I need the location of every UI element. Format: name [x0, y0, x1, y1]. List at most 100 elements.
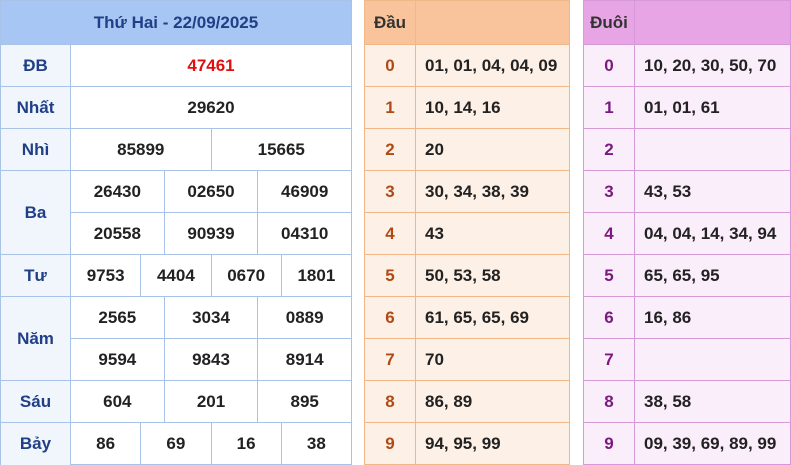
- prize-label-fifth: Năm: [1, 297, 71, 380]
- prize-number: 2565: [98, 307, 137, 327]
- digit-key: 8: [584, 381, 635, 423]
- digit-key: 2: [584, 129, 635, 171]
- prize-first-numbers: 29620: [71, 87, 351, 128]
- head-digit-row: 1 10, 14, 16: [365, 86, 569, 129]
- digit-key: 9: [365, 423, 416, 465]
- head-digit-row: 7 70: [365, 338, 569, 381]
- tail-digit-row: 2: [584, 128, 790, 171]
- prize-third-numbers: 20558 90939 04310: [71, 213, 351, 254]
- digit-values: 50, 53, 58: [425, 266, 501, 285]
- results-date-header: Thứ Hai - 22/09/2025: [1, 1, 351, 44]
- digit-values: 20: [425, 140, 444, 159]
- prize-number: 895: [257, 381, 351, 422]
- tail-digit-row: 7: [584, 338, 790, 381]
- prize-number: 46909: [257, 171, 351, 212]
- prize-label-seventh: Bảy: [1, 423, 71, 465]
- tail-digit-row: 6 16, 86: [584, 296, 790, 339]
- tail-digit-row: 1 01, 01, 61: [584, 86, 790, 129]
- digit-values: 43, 53: [644, 182, 692, 201]
- digit-values: 10, 20, 30, 50, 70: [644, 56, 777, 75]
- prize-number: 15665: [210, 129, 352, 170]
- digit-values: 10, 14, 16: [425, 98, 501, 117]
- digit-values: 30, 34, 38, 39: [425, 182, 529, 201]
- prize-number: 604: [103, 391, 132, 411]
- prize-label-second: Nhì: [1, 129, 71, 170]
- prize-label-first: Nhất: [1, 87, 71, 128]
- digit-values: 70: [425, 350, 444, 369]
- prize-number: 3034: [163, 297, 258, 338]
- prize-fourth-numbers: 9753 4404 0670 1801: [71, 255, 351, 296]
- digit-key: 2: [365, 129, 416, 171]
- prize-number: 9753: [86, 265, 125, 285]
- digit-key: 1: [584, 87, 635, 129]
- digit-values: 86, 89: [425, 392, 473, 411]
- prize-number: 9594: [98, 349, 137, 369]
- prize-fifth-numbers: 9594 9843 8914: [71, 339, 351, 380]
- prize-number: 20558: [93, 223, 141, 243]
- prize-label-special: ĐB: [1, 45, 71, 86]
- tail-digit-row: 8 38, 58: [584, 380, 790, 423]
- digit-key: 4: [584, 213, 635, 255]
- prize-number: 02650: [163, 171, 258, 212]
- digit-key: 5: [365, 255, 416, 297]
- prize-number: 0889: [257, 297, 351, 338]
- tail-digit-table: Đuôi 0 10, 20, 30, 50, 70 1 01, 01, 61 2 3…: [583, 0, 791, 465]
- lottery-results-table: Thứ Hai - 22/09/2025 ĐB Nhất Nhì Ba Tư N…: [0, 0, 352, 465]
- prize-number: 04310: [257, 213, 351, 254]
- digit-values: 16, 86: [644, 308, 692, 327]
- head-digit-row: 9 94, 95, 99: [365, 422, 569, 465]
- prize-special-numbers: 47461: [71, 45, 351, 86]
- tail-digit-row: 0 10, 20, 30, 50, 70: [584, 44, 790, 87]
- digit-key: 6: [365, 297, 416, 339]
- digit-key: 3: [584, 171, 635, 213]
- head-digit-row: 8 86, 89: [365, 380, 569, 423]
- digit-key: 5: [584, 255, 635, 297]
- prize-sixth-numbers: 604 201 895: [71, 381, 351, 422]
- head-digit-header: Đầu: [365, 1, 416, 44]
- digit-key: 3: [365, 171, 416, 213]
- prize-number: 26430: [93, 181, 141, 201]
- prize-number: 38: [280, 423, 351, 465]
- digit-values: 01, 01, 61: [644, 98, 720, 117]
- digit-key: 4: [365, 213, 416, 255]
- digit-values: 94, 95, 99: [425, 434, 501, 453]
- digit-values: 43: [425, 224, 444, 243]
- prize-second-numbers: 85899 15665: [71, 129, 351, 170]
- prize-number: 69: [140, 423, 210, 465]
- digit-values: 09, 39, 69, 89, 99: [644, 434, 777, 453]
- prize-seventh-numbers: 86 69 16 38: [71, 423, 351, 465]
- prize-number: 4404: [140, 255, 210, 296]
- digit-key: 1: [365, 87, 416, 129]
- tail-digit-row: 4 04, 04, 14, 34, 94: [584, 212, 790, 255]
- prize-number: 201: [163, 381, 258, 422]
- prize-label-sixth: Sáu: [1, 381, 71, 422]
- prize-number: 9843: [163, 339, 258, 380]
- head-digit-header-blank: [416, 1, 569, 44]
- prize-label-third: Ba: [1, 171, 71, 254]
- digit-key: 0: [584, 45, 635, 87]
- tail-digit-row: 5 65, 65, 95: [584, 254, 790, 297]
- prize-number: 90939: [163, 213, 258, 254]
- digit-values: 61, 65, 65, 69: [425, 308, 529, 327]
- prize-number: 47461: [187, 55, 235, 75]
- head-digit-row: 5 50, 53, 58: [365, 254, 569, 297]
- prize-number: 85899: [117, 139, 165, 159]
- head-digit-row: 4 43: [365, 212, 569, 255]
- head-digit-row: 0 01, 01, 04, 04, 09: [365, 44, 569, 87]
- digit-key: 7: [365, 339, 416, 381]
- prize-number: 29620: [187, 97, 235, 117]
- digit-key: 6: [584, 297, 635, 339]
- digit-key: 7: [584, 339, 635, 381]
- prize-label-fourth: Tư: [1, 255, 71, 296]
- digit-values: 65, 65, 95: [644, 266, 720, 285]
- prize-number: 86: [96, 434, 116, 453]
- digit-values: 38, 58: [644, 392, 692, 411]
- head-digit-table: Đầu 0 01, 01, 04, 04, 09 1 10, 14, 16 2 20 …: [364, 0, 570, 465]
- prize-number: 8914: [257, 339, 351, 380]
- digit-values: 01, 01, 04, 04, 09: [425, 56, 558, 75]
- head-digit-row: 6 61, 65, 65, 69: [365, 296, 569, 339]
- prize-number: 16: [210, 423, 281, 465]
- digit-values: 04, 04, 14, 34, 94: [644, 224, 777, 243]
- tail-digit-row: 9 09, 39, 69, 89, 99: [584, 422, 790, 465]
- prize-fifth-numbers: 2565 3034 0889: [71, 297, 351, 338]
